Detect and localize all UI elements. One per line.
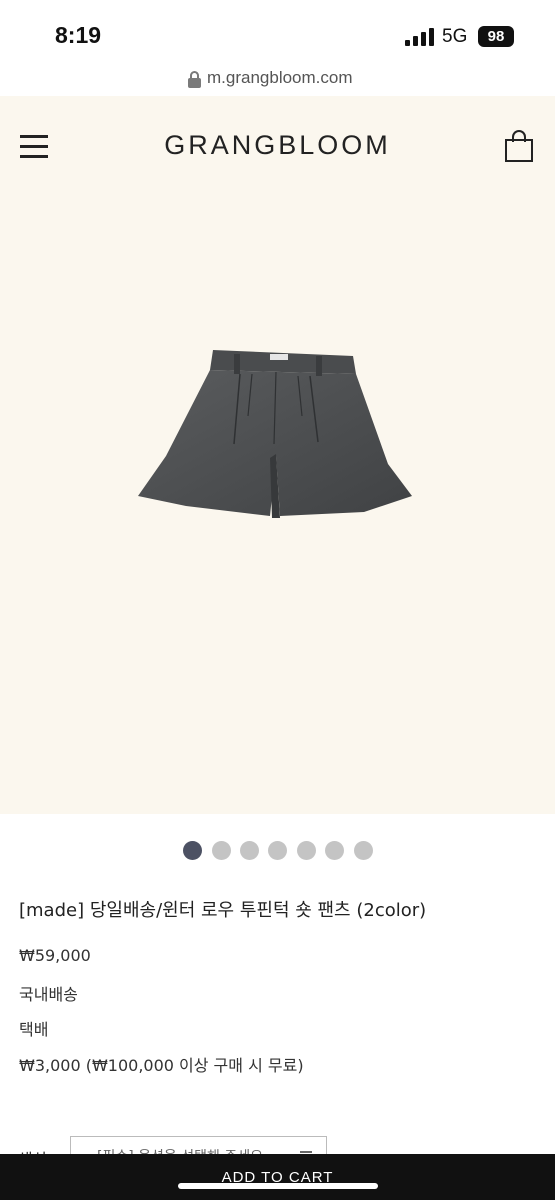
shipping-fee: ₩3,000 (₩100,000 이상 구매 시 무료) xyxy=(19,1056,304,1075)
gallery-dot-5[interactable] xyxy=(297,841,316,860)
battery-icon: 98 xyxy=(478,26,514,47)
gallery-dot-1[interactable] xyxy=(183,841,202,860)
gallery-dot-7[interactable] xyxy=(354,841,373,860)
url-text[interactable]: m.grangbloom.com xyxy=(207,68,353,88)
shopping-bag-icon[interactable] xyxy=(504,130,534,162)
product-title: [made] 당일배송/윈터 로우 투핀턱 숏 팬츠 (2color) xyxy=(19,900,427,921)
shorts-product-image xyxy=(138,350,412,518)
chevron-down-icon xyxy=(300,1151,312,1153)
status-time: 8:19 xyxy=(55,22,102,48)
gallery-dot-4[interactable] xyxy=(268,841,287,860)
lock-icon xyxy=(188,71,201,88)
product-gallery[interactable]: GRANGBLOOM xyxy=(0,96,555,814)
shipping-region: 국내배송 xyxy=(19,985,78,1004)
brand-logo[interactable]: GRANGBLOOM xyxy=(0,130,555,161)
home-indicator xyxy=(178,1183,378,1189)
url-bar[interactable]: m.grangbloom.com xyxy=(0,66,555,96)
status-bar: 8:19 5G 98 xyxy=(0,0,555,66)
signal-icon xyxy=(405,28,435,46)
gallery-dot-6[interactable] xyxy=(325,841,344,860)
network-label: 5G xyxy=(442,26,468,47)
gallery-dot-2[interactable] xyxy=(212,841,231,860)
product-price: ₩59,000 xyxy=(19,946,91,965)
add-to-cart-button[interactable]: ADD TO CART xyxy=(0,1154,555,1200)
shipping-method: 택배 xyxy=(19,1020,49,1039)
gallery-dot-3[interactable] xyxy=(240,841,259,860)
